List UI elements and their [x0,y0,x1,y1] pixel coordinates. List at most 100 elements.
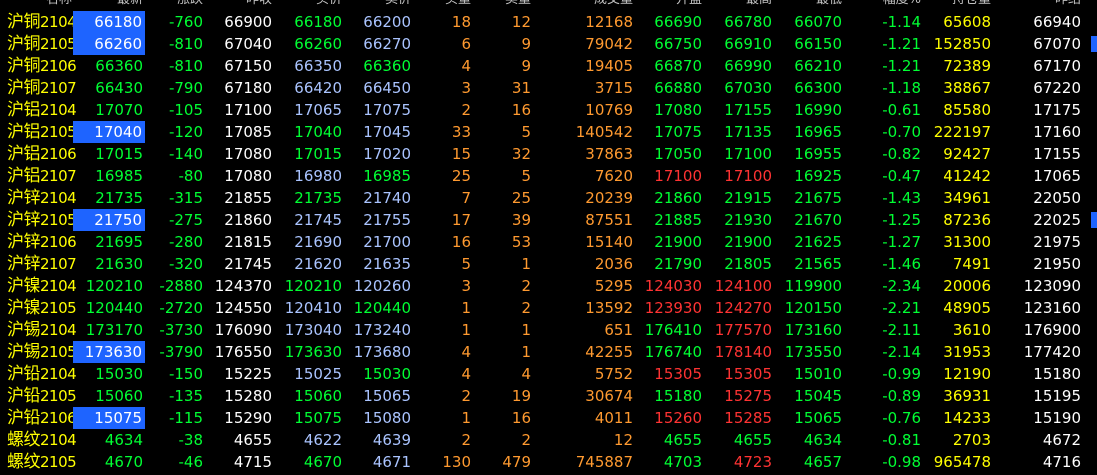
cell-oi: 965478 [933,453,991,471]
cell-vol: 2036 [594,255,633,273]
cell-bid: 16980 [294,167,342,185]
column-header-high[interactable]: 最高 [704,0,772,6]
quote-row-沪铜2105[interactable]: 沪铜2105 66260 -810 67040 66260 66270 6 9 79042 667… [0,33,1097,55]
cell-prev: 67150 [224,57,272,75]
cell-high: 17135 [724,123,772,141]
contract-month: 2106 [40,409,77,427]
column-header-open[interactable]: 开盘 [634,0,702,6]
column-header-last[interactable]: 最新 [75,0,143,6]
cell-high: 15275 [724,387,772,405]
cell-oi: 152850 [933,35,991,53]
quote-row-螺纹2104[interactable]: 螺纹2104 4634 -38 4655 4622 4639 2 2 12 4655 4655 463… [0,429,1097,451]
column-header-chg[interactable]: 涨跌 [135,0,203,6]
cell-settle: 22025 [1033,211,1081,229]
cell-prev: 17085 [224,123,272,141]
cell-high: 21805 [724,255,772,273]
cell-avol: 2 [521,299,531,317]
contract-product: 沪铜 [7,12,41,32]
cell-prev: 21745 [224,255,272,273]
quote-row-沪锡2104[interactable]: 沪锡2104 173170 -3730 176090 173040 173240 1 1 651… [0,319,1097,341]
cell-chg: -46 [178,453,204,471]
contract-product: 螺纹 [7,452,41,472]
cell-oi: 31300 [943,233,991,251]
cell-pct: -0.82 [882,145,921,163]
quote-row-沪铜2106[interactable]: 沪铜2106 66360 -810 67150 66350 66360 4 9 19405 668… [0,55,1097,77]
cell-bvol: 15 [451,145,471,163]
column-header-settle[interactable]: 昨结 [1013,0,1081,6]
quote-row-沪铝2104[interactable]: 沪铝2104 17070 -105 17100 17065 17075 2 16 10769 17… [0,99,1097,121]
cell-vol: 19405 [585,57,633,75]
column-header-avol[interactable]: 卖量 [463,0,531,6]
cell-settle: 17155 [1033,145,1081,163]
column-header-vol[interactable]: 成交量 [565,0,633,6]
cell-chg: -115 [168,409,203,427]
cell-low: 21675 [794,189,842,207]
cell-last: 17015 [95,145,143,163]
cell-vol: 5295 [594,277,633,295]
column-header-oi[interactable]: 持仓量 [923,0,991,6]
cell-ask: 4639 [372,431,411,449]
quote-row-沪锡2105[interactable]: 沪锡2105 173630 -3790 176550 173630 173680 4 1 422… [0,341,1097,363]
quote-row-沪铅2104[interactable]: 沪铅2104 15030 -150 15225 15025 15030 4 4 5752 1530… [0,363,1097,385]
column-header-bvol[interactable]: 买量 [403,0,471,6]
column-header-pct[interactable]: 幅度% [853,0,921,6]
cell-chg: -810 [168,35,203,53]
cell-pct: -1.25 [882,211,921,229]
cell-oi: 85580 [943,101,991,119]
cell-ask: 4671 [372,453,411,471]
cell-open: 4703 [663,453,702,471]
cell-low: 66300 [794,79,842,97]
cell-open: 17075 [654,123,702,141]
cell-pct: -1.43 [882,189,921,207]
cell-open: 21885 [654,211,702,229]
column-header-ask[interactable]: 卖价 [343,0,411,6]
cell-prev: 17080 [224,167,272,185]
column-header-prev[interactable]: 昨收 [204,0,272,6]
cell-bvol: 1 [461,299,471,317]
cell-bvol: 2 [461,431,471,449]
cell-bid: 15075 [294,409,342,427]
cell-open: 176410 [644,321,702,339]
quote-row-沪铜2104[interactable]: 沪铜2104 66180 -760 66900 66180 66200 18 12 12168 6… [0,11,1097,33]
quote-row-沪铝2107[interactable]: 沪铝2107 16985 -80 17080 16980 16985 25 5 7620 1710… [0,165,1097,187]
cell-low: 15045 [794,387,842,405]
cell-vol: 15140 [585,233,633,251]
cell-oi: 65608 [943,13,991,31]
cell-pct: -1.27 [882,233,921,251]
contract-product: 沪锌 [7,210,41,230]
quote-row-沪铝2106[interactable]: 沪铝2106 17015 -140 17080 17015 17020 15 32 37863 1… [0,143,1097,165]
cell-chg: -150 [168,365,203,383]
quote-row-沪铝2105[interactable]: 沪铝2105 17040 -120 17085 17040 17045 33 5 140542 1… [0,121,1097,143]
cell-low: 21625 [794,233,842,251]
cell-oi: 20006 [943,277,991,295]
cell-bid: 120410 [284,299,342,317]
column-header-bid[interactable]: 买价 [274,0,342,6]
cell-oi: 222197 [933,123,991,141]
quote-row-沪锌2104[interactable]: 沪锌2104 21735 -315 21855 21735 21740 7 25 20239 21… [0,187,1097,209]
cell-pct: -1.21 [882,35,921,53]
cell-last: 17070 [95,101,143,119]
quote-row-沪锌2105[interactable]: 沪锌2105 21750 -275 21860 21745 21755 17 39 87551 2… [0,209,1097,231]
quote-row-沪铅2106[interactable]: 沪铅2106 15075 -115 15290 15075 15080 1 16 4011 152… [0,407,1097,429]
cell-avol: 53 [511,233,531,251]
cell-high: 66990 [724,57,772,75]
cell-bvol: 7 [461,189,471,207]
quote-row-螺纹2105[interactable]: 螺纹2105 4670 -46 4715 4670 4671 130 479 745887 470… [0,451,1097,473]
quote-row-沪铅2105[interactable]: 沪铅2105 15060 -135 15280 15060 15065 2 19 30674 15… [0,385,1097,407]
quote-row-沪铜2107[interactable]: 沪铜2107 66430 -790 67180 66420 66450 3 31 3715 668… [0,77,1097,99]
cell-high: 21930 [724,211,772,229]
cell-last: 4670 [104,453,143,471]
quote-row-沪锌2106[interactable]: 沪锌2106 21695 -280 21815 21690 21700 16 53 15140 2… [0,231,1097,253]
cell-high: 66910 [724,35,772,53]
cell-bvol: 2 [461,387,471,405]
quote-row-沪镍2104[interactable]: 沪镍2104 120210 -2880 124370 120210 120260 3 2 529… [0,275,1097,297]
column-header-low[interactable]: 最低 [774,0,842,6]
cell-bid: 66420 [294,79,342,97]
quote-row-沪锌2107[interactable]: 沪锌2107 21630 -320 21745 21620 21635 5 1 2036 2179… [0,253,1097,275]
cell-ask: 17020 [363,145,411,163]
cell-prev: 15225 [224,365,272,383]
cell-settle: 15190 [1033,409,1081,427]
quote-row-沪镍2105[interactable]: 沪镍2105 120440 -2720 124550 120410 120440 1 2 135… [0,297,1097,319]
cell-low: 21565 [794,255,842,273]
cell-oi: 7491 [952,255,991,273]
